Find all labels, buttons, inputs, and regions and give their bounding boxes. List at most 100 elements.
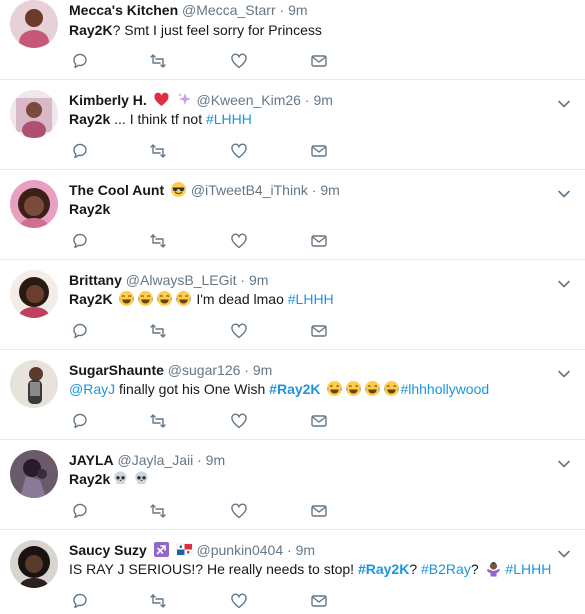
- joy-emoji-icon: [176, 291, 192, 306]
- like-icon[interactable]: [230, 142, 248, 160]
- tweet-timestamp[interactable]: 9m: [206, 452, 225, 468]
- chevron-down-icon[interactable]: [557, 547, 571, 561]
- reply-icon[interactable]: [71, 142, 89, 160]
- reply-icon[interactable]: [71, 322, 89, 340]
- like-icon[interactable]: [230, 502, 248, 520]
- mention-link[interactable]: @RayJ: [69, 381, 115, 397]
- reply-icon[interactable]: [71, 412, 89, 430]
- chevron-down-icon[interactable]: [557, 187, 571, 201]
- author-name[interactable]: Saucy Suzy: [69, 542, 147, 558]
- direct-message-icon[interactable]: [310, 232, 328, 250]
- direct-message-icon[interactable]: [310, 592, 328, 610]
- tweet-text: Ray2k ... I think tf not #LHHH: [69, 109, 252, 129]
- tweet-timestamp[interactable]: 9m: [288, 2, 307, 18]
- tweet-actions: [69, 52, 339, 70]
- avatar[interactable]: [10, 450, 58, 498]
- joy-emoji-icon: [365, 381, 381, 396]
- like-icon[interactable]: [230, 412, 248, 430]
- author-handle[interactable]: @Mecca_Starr: [182, 2, 276, 18]
- retweet-icon[interactable]: [149, 322, 167, 340]
- tweet[interactable]: Saucy Suzy @punkin0404 · 9m IS RAY J SER…: [0, 530, 585, 614]
- tweet-text: IS RAY J SERIOUS!? He really needs to st…: [69, 559, 551, 579]
- text-rest: ? Smt I just feel sorry for Princess: [112, 22, 322, 38]
- tweet[interactable]: JAYLA @Jayla_Jaii · 9m Ray2k: [0, 440, 585, 530]
- tweet-timestamp[interactable]: 9m: [249, 272, 268, 288]
- like-icon[interactable]: [230, 592, 248, 610]
- text-bold: Ray2k: [69, 111, 111, 127]
- chevron-down-icon[interactable]: [557, 367, 571, 381]
- chevron-down-icon[interactable]: [557, 277, 571, 291]
- hashtag-link[interactable]: #Ray2K: [358, 561, 409, 577]
- retweet-icon[interactable]: [149, 232, 167, 250]
- avatar[interactable]: [10, 270, 58, 318]
- tweet-timestamp[interactable]: 9m: [320, 182, 339, 198]
- text-mid: ?: [470, 561, 483, 577]
- author-handle[interactable]: @iTweetB4_iThink: [191, 182, 308, 198]
- author-name[interactable]: Brittany: [69, 272, 122, 288]
- reply-icon[interactable]: [71, 52, 89, 70]
- direct-message-icon[interactable]: [310, 412, 328, 430]
- text-start: IS RAY J SERIOUS!? He really needs to st…: [69, 561, 358, 577]
- author-handle[interactable]: @AlwaysB_LEGit: [126, 272, 237, 288]
- author-handle[interactable]: @sugar126: [168, 362, 241, 378]
- tweet[interactable]: Mecca's Kitchen @Mecca_Starr · 9m Ray2K?…: [0, 0, 585, 80]
- author-handle[interactable]: @punkin0404: [197, 542, 284, 558]
- author-name[interactable]: Kimberly H.: [69, 92, 147, 108]
- reply-icon[interactable]: [71, 232, 89, 250]
- tweet-timestamp[interactable]: 9m: [313, 92, 332, 108]
- tweet[interactable]: Kimberly H. @Kween_Kim26 · 9m Ray2k ... …: [0, 80, 585, 170]
- avatar[interactable]: [10, 540, 58, 588]
- tweet-timestamp[interactable]: 9m: [253, 362, 272, 378]
- like-icon[interactable]: [230, 232, 248, 250]
- heart-emoji-icon: [154, 92, 169, 106]
- direct-message-icon[interactable]: [310, 322, 328, 340]
- avatar[interactable]: [10, 180, 58, 228]
- avatar[interactable]: [10, 90, 58, 138]
- separator-dot: ·: [287, 542, 292, 558]
- reply-icon[interactable]: [71, 502, 89, 520]
- author-name[interactable]: Mecca's Kitchen: [69, 2, 178, 18]
- hashtag-link[interactable]: #B2Ray: [421, 561, 471, 577]
- direct-message-icon[interactable]: [310, 52, 328, 70]
- text-rest: I'm dead lmao: [192, 291, 288, 307]
- retweet-icon[interactable]: [149, 592, 167, 610]
- hashtag-link[interactable]: #LHHH: [206, 111, 252, 127]
- like-icon[interactable]: [230, 322, 248, 340]
- avatar[interactable]: [10, 0, 58, 48]
- hashtag-link[interactable]: #lhhhollywood: [400, 381, 489, 397]
- tweet[interactable]: SugarShaunte @sugar126 · 9m @RayJ finall…: [0, 350, 585, 440]
- author-handle[interactable]: @Jayla_Jaii: [118, 452, 194, 468]
- author-name[interactable]: The Cool Aunt: [69, 182, 164, 198]
- tweet-actions: [69, 592, 339, 610]
- author-name[interactable]: SugarShaunte: [69, 362, 164, 378]
- text-mid: ?: [409, 561, 422, 577]
- tweet-actions: [69, 502, 339, 520]
- person-shrugging-emoji-icon: [486, 562, 500, 577]
- tweet-actions: [69, 412, 339, 430]
- avatar[interactable]: [10, 360, 58, 408]
- hashtag-link[interactable]: #Ray2K: [269, 381, 320, 397]
- text-rest: ... I think tf not: [110, 111, 206, 127]
- hashtag-link[interactable]: #LHHH: [288, 291, 334, 307]
- tweet[interactable]: Brittany @AlwaysB_LEGit · 9m Ray2K I'm d…: [0, 260, 585, 350]
- retweet-icon[interactable]: [149, 412, 167, 430]
- like-icon[interactable]: [230, 52, 248, 70]
- direct-message-icon[interactable]: [310, 502, 328, 520]
- separator-dot: ·: [240, 272, 246, 288]
- separator-dot: ·: [279, 2, 285, 18]
- tweet[interactable]: The Cool Aunt @iTweetB4_iThink · 9m Ray2…: [0, 170, 585, 260]
- chevron-down-icon[interactable]: [557, 457, 571, 471]
- author-name[interactable]: JAYLA: [69, 452, 114, 468]
- direct-message-icon[interactable]: [310, 142, 328, 160]
- tweet-timestamp[interactable]: 9m: [296, 542, 315, 558]
- chevron-down-icon[interactable]: [557, 97, 571, 111]
- author-handle[interactable]: @Kween_Kim26: [196, 92, 301, 108]
- retweet-icon[interactable]: [149, 52, 167, 70]
- retweet-icon[interactable]: [149, 142, 167, 160]
- text-mid: finally got his One Wish: [115, 381, 270, 397]
- joy-emoji-icon: [138, 291, 154, 306]
- skull-emoji-icon: [114, 471, 127, 484]
- reply-icon[interactable]: [71, 592, 89, 610]
- hashtag-link[interactable]: #LHHH: [505, 561, 551, 577]
- retweet-icon[interactable]: [149, 502, 167, 520]
